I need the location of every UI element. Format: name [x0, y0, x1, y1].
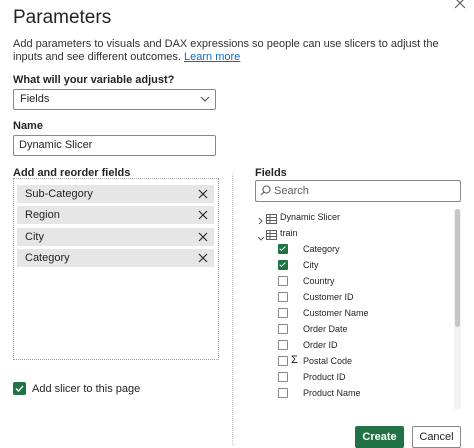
field-chip-city[interactable]: City [17, 228, 214, 246]
learn-more-link[interactable]: Learn more [184, 51, 240, 63]
column-product-name[interactable]: Product Name [303, 387, 361, 399]
chevron-down-icon [257, 236, 265, 241]
field-chip-category[interactable]: Category [17, 249, 214, 267]
column-postal-code[interactable]: Postal Code [303, 355, 352, 367]
column-product-id[interactable]: Product ID [303, 371, 346, 383]
table-icon [266, 227, 277, 245]
close-icon[interactable] [454, 0, 466, 13]
name-input[interactable]: Dynamic Slicer [13, 135, 216, 156]
tree-table-dynamic-slicer[interactable]: Dynamic Slicer [280, 211, 340, 223]
variable-selected: Fields [20, 93, 50, 105]
fields-label: Fields [255, 167, 287, 179]
field-chip-label: Sub-Category [25, 188, 93, 200]
field-chip-label: Region [25, 209, 60, 221]
column-checkbox[interactable] [278, 372, 288, 382]
variable-label: What will your variable adjust? [13, 74, 175, 86]
tree-expander-dynamic-slicer[interactable] [257, 212, 264, 230]
search-placeholder: Search [274, 185, 309, 197]
column-checkbox[interactable] [278, 388, 288, 398]
chevron-down-icon [200, 96, 210, 102]
column-country[interactable]: Country [303, 275, 335, 287]
tree-expander-train[interactable] [257, 229, 265, 247]
fields-search-input[interactable]: Search [255, 180, 461, 202]
column-customer-id[interactable]: Customer ID [303, 291, 354, 303]
tree-table-train[interactable]: train [280, 227, 298, 239]
dialog-title: Parameters [13, 7, 112, 28]
field-chip-region[interactable]: Region [17, 206, 214, 224]
fields-scrollbar-thumb[interactable] [455, 209, 460, 327]
variable-dropdown[interactable]: Fields [13, 89, 216, 110]
column-checkbox[interactable] [278, 356, 288, 366]
remove-icon[interactable] [198, 189, 208, 199]
column-checkbox[interactable] [278, 292, 288, 302]
remove-icon[interactable] [198, 210, 208, 220]
sigma-icon: Σ [291, 354, 298, 366]
column-order-date[interactable]: Order Date [303, 323, 348, 335]
remove-icon[interactable] [198, 232, 208, 242]
dialog-description: Add parameters to visuals and DAX expres… [13, 38, 458, 64]
column-category[interactable]: Category [303, 243, 340, 255]
column-checkbox[interactable] [278, 340, 288, 350]
checkmark-icon [15, 385, 24, 393]
column-order-id[interactable]: Order ID [303, 339, 338, 351]
column-checkbox[interactable] [278, 244, 288, 254]
remove-icon[interactable] [198, 253, 208, 263]
chevron-right-icon [258, 217, 263, 225]
column-city[interactable]: City [303, 259, 319, 271]
field-chip-label: Category [25, 252, 70, 264]
panel-divider [232, 174, 233, 445]
search-icon [260, 185, 271, 196]
add-slicer-label: Add slicer to this page [32, 383, 141, 395]
column-checkbox[interactable] [278, 276, 288, 286]
column-customer-name[interactable]: Customer Name [303, 307, 369, 319]
reorder-field-list: Sub-Category Region City Category [13, 178, 219, 360]
field-chip-label: City [25, 231, 44, 243]
name-label: Name [13, 120, 43, 132]
field-chip-sub-category[interactable]: Sub-Category [17, 185, 214, 203]
column-checkbox[interactable] [278, 308, 288, 318]
column-checkbox[interactable] [278, 324, 288, 334]
add-slicer-checkbox[interactable] [13, 382, 26, 395]
column-checkbox[interactable] [278, 260, 288, 270]
